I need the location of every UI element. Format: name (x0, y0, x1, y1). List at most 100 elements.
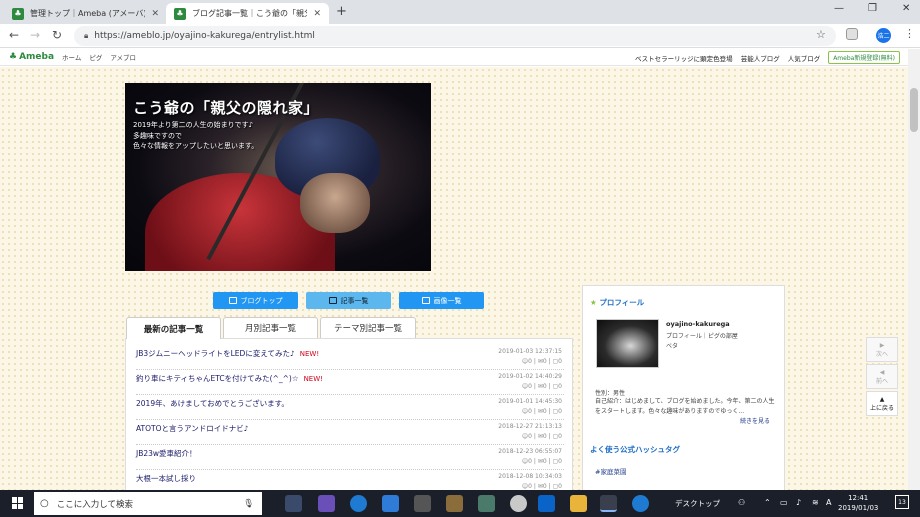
reload-icon[interactable]: ↻ (52, 28, 62, 42)
menu-dots-icon[interactable]: ⋮ (904, 27, 915, 40)
read-more-link[interactable]: 続きを見る (740, 416, 770, 425)
entry-date: 2018-12-27 21:13:13 (498, 423, 562, 430)
chevron-up-icon[interactable]: ⌃ (764, 498, 771, 507)
lock-icon: 🔒︎ (84, 31, 89, 40)
header-link-pigg[interactable]: ピグ (89, 52, 102, 62)
app-icon[interactable] (478, 495, 495, 512)
close-icon[interactable]: ✕ (151, 9, 159, 19)
app-icon[interactable] (510, 495, 527, 512)
pager-next-button[interactable]: ◀ 前へ (866, 364, 898, 389)
notification-center-icon[interactable]: 13 (895, 495, 909, 509)
ameba-header: ♣ Ameba ホーム ピグ アメブロ ベストセラーリッジに顕定色登場 芸能人ブロ… (0, 49, 908, 66)
task-view-icon[interactable] (285, 495, 302, 512)
back-to-top-button[interactable]: ▲ 上に戻る (866, 391, 898, 416)
entry-date: 2019-01-01 14:45:30 (498, 398, 562, 405)
window-close-icon[interactable]: ✕ (902, 3, 910, 14)
entry-stats: ☺0 | ✉0 | ▢0 (521, 408, 562, 415)
entry-title-link[interactable]: ATOTOと言うアンドロイドナビ♪ (136, 423, 249, 434)
extension-icon[interactable] (846, 28, 858, 40)
header-link-popular[interactable]: 人気ブログ (788, 53, 821, 63)
browser-tab-active[interactable]: ♣ ブログ記事一覧｜こう爺の「親父の隠 ✕ (166, 3, 329, 24)
entry-title-link[interactable]: 大根一本試し採り (136, 473, 196, 484)
browser-tab[interactable]: ♣ 管理トップ｜Ameba (アメーバ) ✕ (4, 3, 167, 24)
entry-row: 釣り車にキティちゃんETCを付けてみた(^_^)☆ NEW! 2019-01-02… (136, 370, 564, 395)
search-icon: ○ (40, 498, 49, 509)
image-list-button[interactable]: 画像一覧 (399, 292, 484, 309)
app-icon[interactable] (414, 495, 431, 512)
pager-prev-button[interactable]: ▶ 次へ (866, 337, 898, 362)
chevron-up-icon: ▲ (879, 395, 885, 403)
blog-page: こう爺の「親父の隠れ家」 2019年より第二の人生の始まりです♪ 多趣味ですので… (0, 67, 908, 490)
tab-theme-entries[interactable]: テーマ別記事一覧 (320, 317, 416, 338)
ime-indicator[interactable]: A (826, 498, 831, 507)
profile-photo[interactable] (596, 319, 659, 368)
app-icon[interactable] (318, 495, 335, 512)
store-icon[interactable] (382, 495, 399, 512)
profile-sidebar: ★ プロフィール oyajino-kakurega プロフィール｜ピグの部屋 ベ… (582, 285, 785, 490)
entry-title-link[interactable]: 釣り車にキティちゃんETCを付けてみた(^_^)☆ (136, 374, 299, 383)
close-icon[interactable]: ✕ (313, 9, 321, 19)
entry-stats: ☺0 | ✉0 | ▢0 (521, 383, 562, 390)
back-arrow-icon[interactable]: ← (9, 28, 19, 42)
entry-date: 2018-12-08 10:34:03 (498, 473, 562, 480)
profile-name[interactable]: oyajino-kakurega (666, 320, 730, 328)
profile-avatar[interactable]: 浩二 (876, 28, 891, 43)
profile-heading: ★ プロフィール (590, 298, 645, 307)
new-badge: NEW! (303, 375, 323, 383)
blog-top-button[interactable]: ブログトップ (213, 292, 298, 309)
edge-icon[interactable] (350, 495, 367, 512)
windows-start-icon[interactable] (12, 497, 24, 509)
volume-icon[interactable]: ♪ (796, 498, 801, 507)
minimize-icon[interactable]: — (834, 3, 844, 14)
file-explorer-icon[interactable] (570, 495, 587, 512)
entry-list-button[interactable]: 記事一覧 (306, 292, 391, 309)
search-placeholder: ここに入力して検索 (56, 499, 133, 510)
blog-description: 2019年より第二の人生の始まりです♪ 多趣味ですので 色々な情報をアップしたい… (133, 121, 259, 150)
camera-icon (421, 297, 430, 304)
entry-row: ATOTOと言うアンドロイドナビ♪ 2018-12-27 21:13:13 ☺0… (136, 420, 564, 445)
desktop-toolbar-label[interactable]: デスクトップ (675, 498, 720, 509)
people-icon[interactable]: ⚇ (738, 498, 745, 507)
address-bar[interactable]: 🔒︎ https://ameblo.jp/oyajino-kakurega/en… (74, 26, 836, 46)
hashtag-link[interactable]: #家庭菜園 (595, 466, 626, 476)
header-link-bestseller[interactable]: ベストセラーリッジに顕定色登場 (635, 53, 733, 63)
home-icon (228, 297, 237, 304)
taskbar-clock[interactable]: 12:41 2019/01/03 (838, 493, 878, 513)
entry-title-link[interactable]: JB3ジムニーヘッドライトをLEDに変えてみた♪ (136, 349, 295, 358)
profile-gender: 性別：男性 (595, 390, 626, 397)
chrome-icon[interactable] (600, 495, 617, 512)
tab-monthly-entries[interactable]: 月別記事一覧 (223, 317, 318, 338)
profile-links[interactable]: プロフィール｜ピグの部屋 (666, 331, 738, 340)
entry-title-link[interactable]: 2019年、あけましておめでとうございます。 (136, 398, 289, 409)
outlook-icon[interactable] (538, 495, 555, 512)
tab-title: 管理トップ｜Ameba (アメーバ) (30, 9, 146, 18)
entry-title-link[interactable]: JB23w愛車紹介！ (136, 448, 197, 459)
forward-arrow-icon[interactable]: → (30, 28, 40, 42)
signup-button[interactable]: Ameba新規登録(無料) (828, 51, 900, 64)
header-link-home[interactable]: ホーム (62, 52, 81, 62)
taskbar-search-box[interactable]: ○ ここに入力して検索 🎙︎ (34, 492, 262, 515)
entry-row: 大根一本試し採り 2018-12-08 10:34:03 ☺0 | ✉0 | ▢… (136, 470, 564, 490)
ameba-logo[interactable]: ♣ Ameba (9, 52, 54, 62)
entry-date: 2019-01-03 12:37:15 (498, 348, 562, 355)
profile-nickname: ベタ (666, 343, 679, 350)
wifi-icon[interactable]: ≋ (812, 498, 819, 507)
ameba-favicon-icon: ♣ (12, 7, 24, 20)
entry-date: 2018-12-23 06:55:07 (498, 448, 562, 455)
tab-latest-entries[interactable]: 最新の記事一覧 (126, 317, 221, 339)
restore-icon[interactable]: ❐ (868, 3, 877, 14)
scrollbar-thumb[interactable] (910, 88, 918, 132)
header-link-ameblo[interactable]: アメブロ (110, 52, 136, 62)
app-icon[interactable] (446, 495, 463, 512)
network-icon[interactable]: ▭ (780, 498, 788, 507)
entry-stats: ☺0 | ✉0 | ▢0 (521, 458, 562, 465)
bookmark-star-icon[interactable]: ☆ (816, 28, 826, 41)
header-link-celebrity[interactable]: 芸能人ブログ (741, 53, 780, 63)
blog-header-image[interactable]: こう爺の「親父の隠れ家」 2019年より第二の人生の始まりです♪ 多趣味ですので… (125, 83, 431, 271)
clock-time: 12:41 (848, 494, 869, 502)
blog-title[interactable]: こう爺の「親父の隠れ家」 (133, 97, 319, 118)
new-tab-plus-icon[interactable]: + (336, 4, 347, 19)
browser-tab-strip: ♣ 管理トップ｜Ameba (アメーバ) ✕ ♣ ブログ記事一覧｜こう爺の「親父… (0, 0, 920, 24)
ie-icon[interactable] (632, 495, 649, 512)
microphone-icon[interactable]: 🎙︎ (243, 499, 254, 509)
